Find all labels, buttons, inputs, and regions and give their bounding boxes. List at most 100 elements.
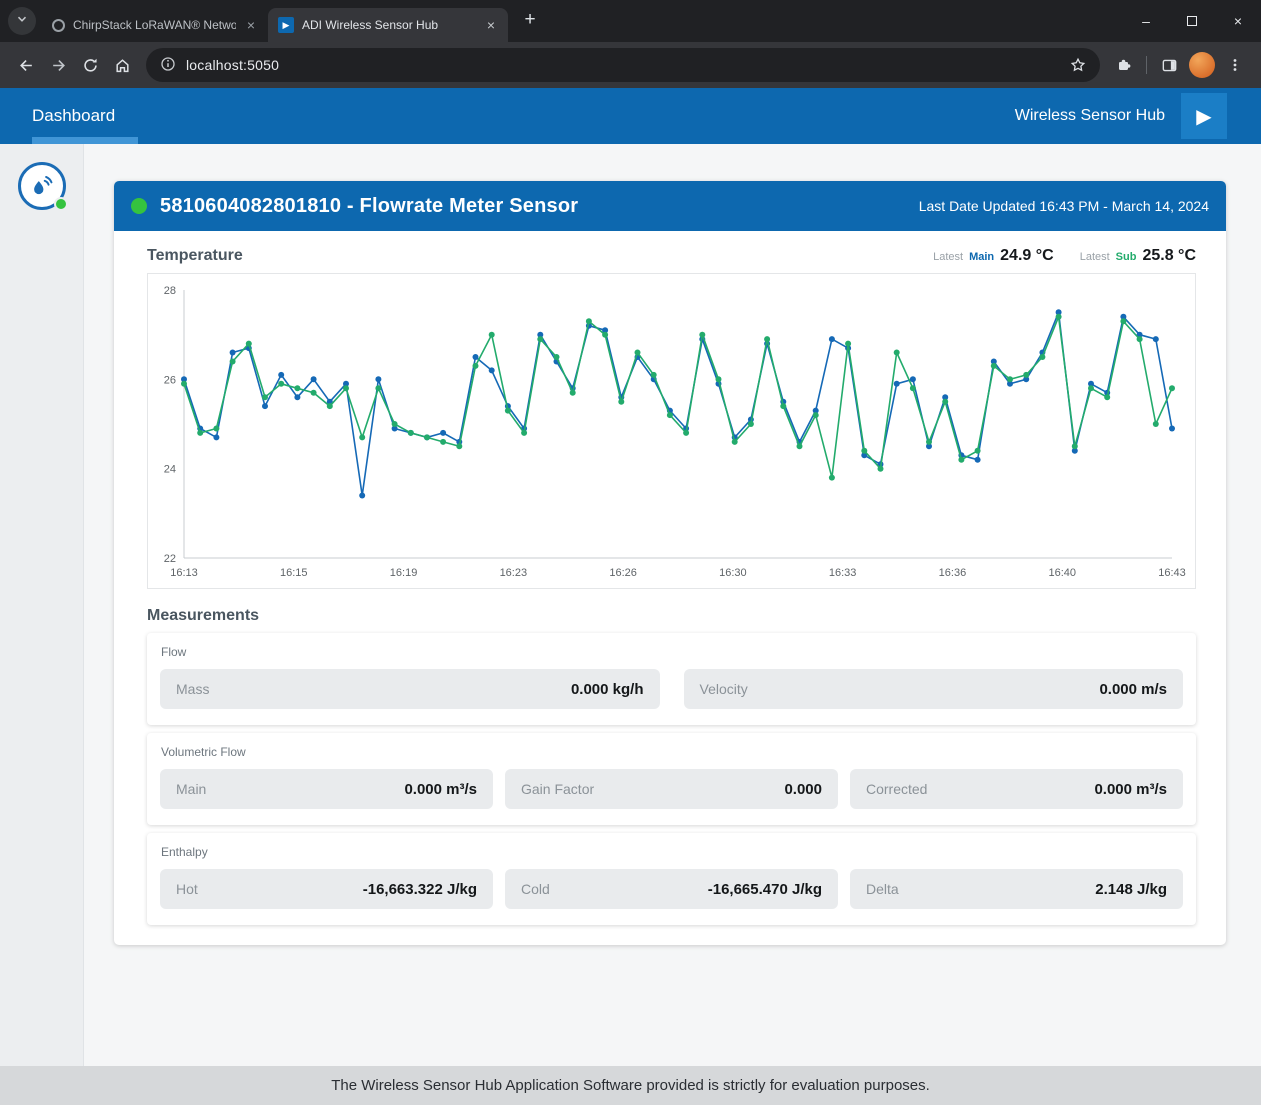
maximize-icon	[1187, 16, 1197, 26]
field-label: Delta	[866, 881, 899, 897]
bookmark-button[interactable]	[1062, 49, 1094, 81]
measurement-group-volumetric-flow: Volumetric Flow Main 0.000 m³/s Gain Fac…	[147, 733, 1196, 825]
svg-text:16:13: 16:13	[170, 567, 198, 579]
field-corrected: Corrected 0.000 m³/s	[850, 769, 1183, 809]
sidebar	[0, 144, 84, 1066]
reload-button[interactable]	[74, 49, 106, 81]
close-window-button[interactable]: ×	[1215, 0, 1261, 42]
field-gain-factor: Gain Factor 0.000	[505, 769, 838, 809]
temperature-chart-container: 2224262816:1316:1516:1916:2316:2616:3016…	[147, 273, 1196, 589]
content-area: 5810604082801810 - Flowrate Meter Sensor…	[0, 144, 1261, 1066]
app-title: Wireless Sensor Hub	[1015, 107, 1165, 125]
tab-chirpstack[interactable]: ChirpStack LoRaWAN® Networ ×	[42, 8, 268, 42]
browser-window: ChirpStack LoRaWAN® Networ × ▶ ADI Wirel…	[0, 0, 1261, 1105]
maximize-button[interactable]	[1169, 0, 1215, 42]
field-value: 0.000 kg/h	[571, 681, 644, 698]
svg-text:24: 24	[164, 464, 176, 476]
app-navbar: Dashboard Wireless Sensor Hub ▶	[0, 88, 1261, 144]
back-button[interactable]	[10, 49, 42, 81]
kebab-menu-icon	[1228, 57, 1242, 73]
evaluation-footer: The Wireless Sensor Hub Application Soft…	[0, 1066, 1261, 1105]
field-value: 0.000 m/s	[1099, 681, 1167, 698]
tab-label: ADI Wireless Sensor Hub	[302, 18, 476, 32]
site-info-icon[interactable]	[160, 56, 176, 75]
group-label: Enthalpy	[161, 845, 1183, 859]
chevron-down-icon	[16, 12, 28, 30]
svg-text:16:15: 16:15	[280, 567, 308, 579]
latest-main-label: Latest	[933, 251, 963, 263]
close-tab-icon[interactable]: ×	[482, 16, 500, 34]
close-tab-icon[interactable]: ×	[242, 16, 260, 34]
url-text[interactable]: localhost:5050	[186, 57, 1062, 73]
side-panel-icon	[1161, 57, 1178, 74]
svg-text:16:40: 16:40	[1048, 567, 1076, 579]
star-icon	[1070, 57, 1086, 73]
chirpstack-favicon-icon	[52, 19, 65, 32]
sidebar-item-flowrate-sensor[interactable]	[18, 162, 66, 210]
address-bar[interactable]: localhost:5050	[146, 48, 1100, 82]
minimize-button[interactable]: –	[1123, 0, 1169, 42]
window-controls: – ×	[1123, 0, 1261, 42]
group-label: Flow	[161, 645, 1183, 659]
field-cold: Cold -16,665.470 J/kg	[505, 869, 838, 909]
field-label: Corrected	[866, 781, 927, 797]
sensor-online-dot	[54, 197, 68, 211]
svg-text:16:19: 16:19	[390, 567, 418, 579]
sensor-card: 5810604082801810 - Flowrate Meter Sensor…	[114, 181, 1226, 945]
svg-text:16:26: 16:26	[609, 567, 637, 579]
group-label: Volumetric Flow	[161, 745, 1183, 759]
measurement-group-flow: Flow Mass 0.000 kg/h Velocity 0.000 m/s	[147, 633, 1196, 725]
svg-text:16:30: 16:30	[719, 567, 747, 579]
field-value: 0.000 m³/s	[404, 781, 477, 798]
measurement-group-enthalpy: Enthalpy Hot -16,663.322 J/kg Cold -16,6…	[147, 833, 1196, 925]
reload-icon	[82, 57, 99, 74]
tab-adi-wireless-sensor-hub[interactable]: ▶ ADI Wireless Sensor Hub ×	[268, 8, 508, 42]
field-label: Hot	[176, 881, 198, 897]
footer-text: The Wireless Sensor Hub Application Soft…	[331, 1077, 930, 1094]
main-panel: 5810604082801810 - Flowrate Meter Sensor…	[84, 144, 1261, 1066]
nav-dashboard-link[interactable]: Dashboard	[32, 106, 115, 126]
field-volumetric-main: Main 0.000 m³/s	[160, 769, 493, 809]
navbar-right: Wireless Sensor Hub ▶	[1015, 93, 1227, 139]
temperature-heading: Temperature	[147, 247, 243, 265]
field-label: Cold	[521, 881, 550, 897]
temperature-line-chart[interactable]: 2224262816:1316:1516:1916:2316:2616:3016…	[148, 274, 1194, 588]
legend-main-name: Main	[969, 251, 994, 263]
field-velocity: Velocity 0.000 m/s	[684, 669, 1184, 709]
svg-text:16:33: 16:33	[829, 567, 857, 579]
forward-icon	[50, 57, 67, 74]
extensions-puzzle-icon	[1116, 57, 1132, 73]
field-value: -16,663.322 J/kg	[363, 881, 477, 898]
nav-active-indicator	[32, 137, 138, 144]
home-button[interactable]	[106, 49, 138, 81]
extensions-button[interactable]	[1108, 49, 1140, 81]
forward-button[interactable]	[42, 49, 74, 81]
tab-search-button[interactable]	[8, 7, 36, 35]
last-updated-text: Last Date Updated 16:43 PM - March 14, 2…	[919, 198, 1209, 214]
field-value: 0.000 m³/s	[1094, 781, 1167, 798]
legend-sub-name: Sub	[1116, 251, 1137, 263]
browser-toolbar: localhost:5050	[0, 42, 1261, 88]
temperature-section-head: Temperature Latest Main 24.9 °C Latest S…	[147, 247, 1196, 265]
browser-menu-button[interactable]	[1219, 49, 1251, 81]
svg-text:16:23: 16:23	[500, 567, 528, 579]
sensor-card-header: 5810604082801810 - Flowrate Meter Sensor…	[114, 181, 1226, 231]
latest-sub-label: Latest	[1080, 251, 1110, 263]
field-row: Main 0.000 m³/s Gain Factor 0.000 Correc…	[160, 769, 1183, 809]
field-value: 2.148 J/kg	[1095, 881, 1167, 898]
measurements-heading: Measurements	[147, 607, 259, 625]
measurements-section-head: Measurements	[147, 607, 1196, 625]
new-tab-button[interactable]: +	[516, 6, 544, 34]
field-row: Mass 0.000 kg/h Velocity 0.000 m/s	[160, 669, 1183, 709]
latest-sub-value: 25.8 °C	[1142, 247, 1196, 265]
svg-text:16:36: 16:36	[939, 567, 967, 579]
field-label: Velocity	[700, 681, 748, 697]
field-hot: Hot -16,663.322 J/kg	[160, 869, 493, 909]
field-label: Gain Factor	[521, 781, 594, 797]
svg-text:26: 26	[164, 374, 176, 386]
field-value: 0.000	[784, 781, 822, 798]
home-icon	[114, 57, 131, 74]
side-panel-button[interactable]	[1153, 49, 1185, 81]
adi-logo-icon[interactable]: ▶	[1181, 93, 1227, 139]
profile-avatar[interactable]	[1189, 52, 1215, 78]
